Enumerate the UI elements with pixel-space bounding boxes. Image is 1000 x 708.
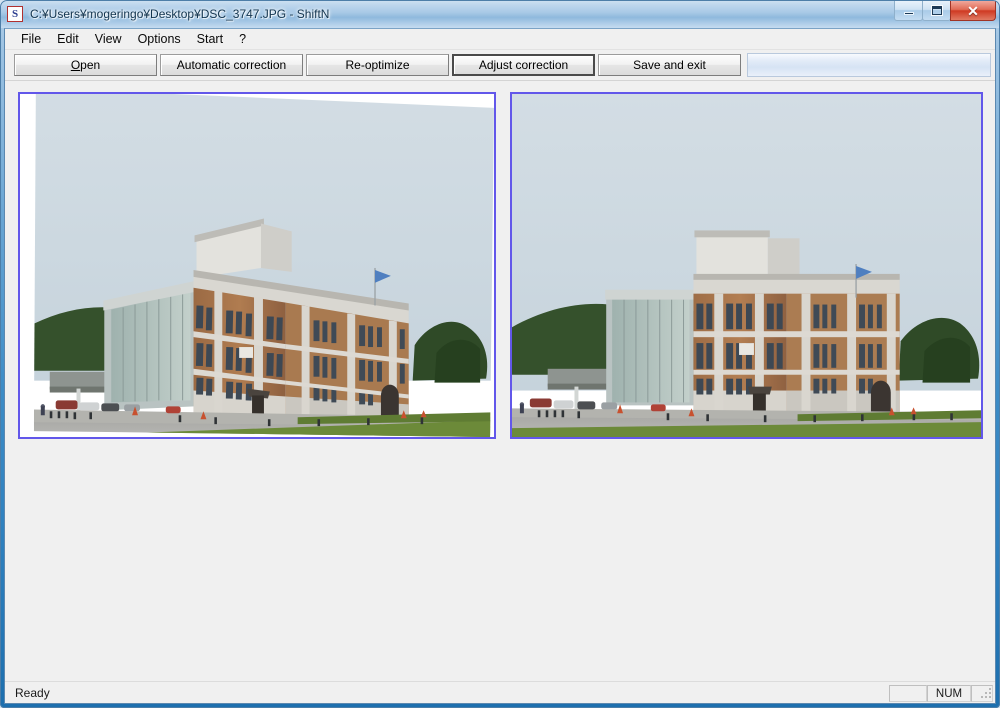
menu-item-start[interactable]: Start [189, 30, 231, 48]
re-optimize-button[interactable]: Re-optimize [306, 54, 449, 76]
status-message: Ready [15, 686, 50, 700]
open-button-label: Open [70, 58, 101, 72]
open-button[interactable]: Open [14, 54, 157, 76]
toolbar-filler [747, 53, 991, 77]
application-window: S C:¥Users¥mogeringo¥Desktop¥DSC_3747.JP… [0, 0, 1000, 708]
client-area: File Edit View Options Start ? Open Auto… [4, 28, 996, 704]
status-pane-num: NUM [927, 685, 971, 702]
title-bar[interactable]: S C:¥Users¥mogeringo¥Desktop¥DSC_3747.JP… [0, 0, 1000, 28]
adjust-correction-button[interactable]: Adjust correction [452, 54, 595, 76]
minimize-button[interactable] [894, 1, 923, 21]
maximize-icon [931, 6, 942, 15]
close-button[interactable]: ✕ [950, 1, 996, 21]
status-bar: Ready NUM [5, 681, 995, 703]
resize-grip[interactable] [980, 688, 993, 701]
menu-item-help[interactable]: ? [231, 30, 254, 48]
original-photo [20, 94, 494, 437]
close-icon: ✕ [967, 2, 979, 19]
original-image-panel[interactable] [18, 92, 496, 439]
window-controls: ✕ [894, 1, 996, 23]
menu-item-edit[interactable]: Edit [49, 30, 87, 48]
corrected-image-panel[interactable] [510, 92, 983, 439]
app-icon[interactable]: S [7, 6, 23, 22]
minimize-icon [903, 11, 914, 15]
menu-bar: File Edit View Options Start ? [5, 29, 995, 50]
menu-item-file[interactable]: File [13, 30, 49, 48]
tool-bar: Open Automatic correction Re-optimize Ad… [5, 51, 995, 81]
corrected-photo [512, 94, 981, 437]
automatic-correction-button[interactable]: Automatic correction [160, 54, 303, 76]
window-title: C:¥Users¥mogeringo¥Desktop¥DSC_3747.JPG … [30, 7, 330, 21]
menu-item-view[interactable]: View [87, 30, 130, 48]
menu-item-options[interactable]: Options [130, 30, 189, 48]
title-bar-left: S C:¥Users¥mogeringo¥Desktop¥DSC_3747.JP… [7, 0, 329, 28]
status-pane-1 [889, 685, 927, 702]
save-and-exit-button[interactable]: Save and exit [598, 54, 741, 76]
maximize-button[interactable] [922, 1, 951, 21]
